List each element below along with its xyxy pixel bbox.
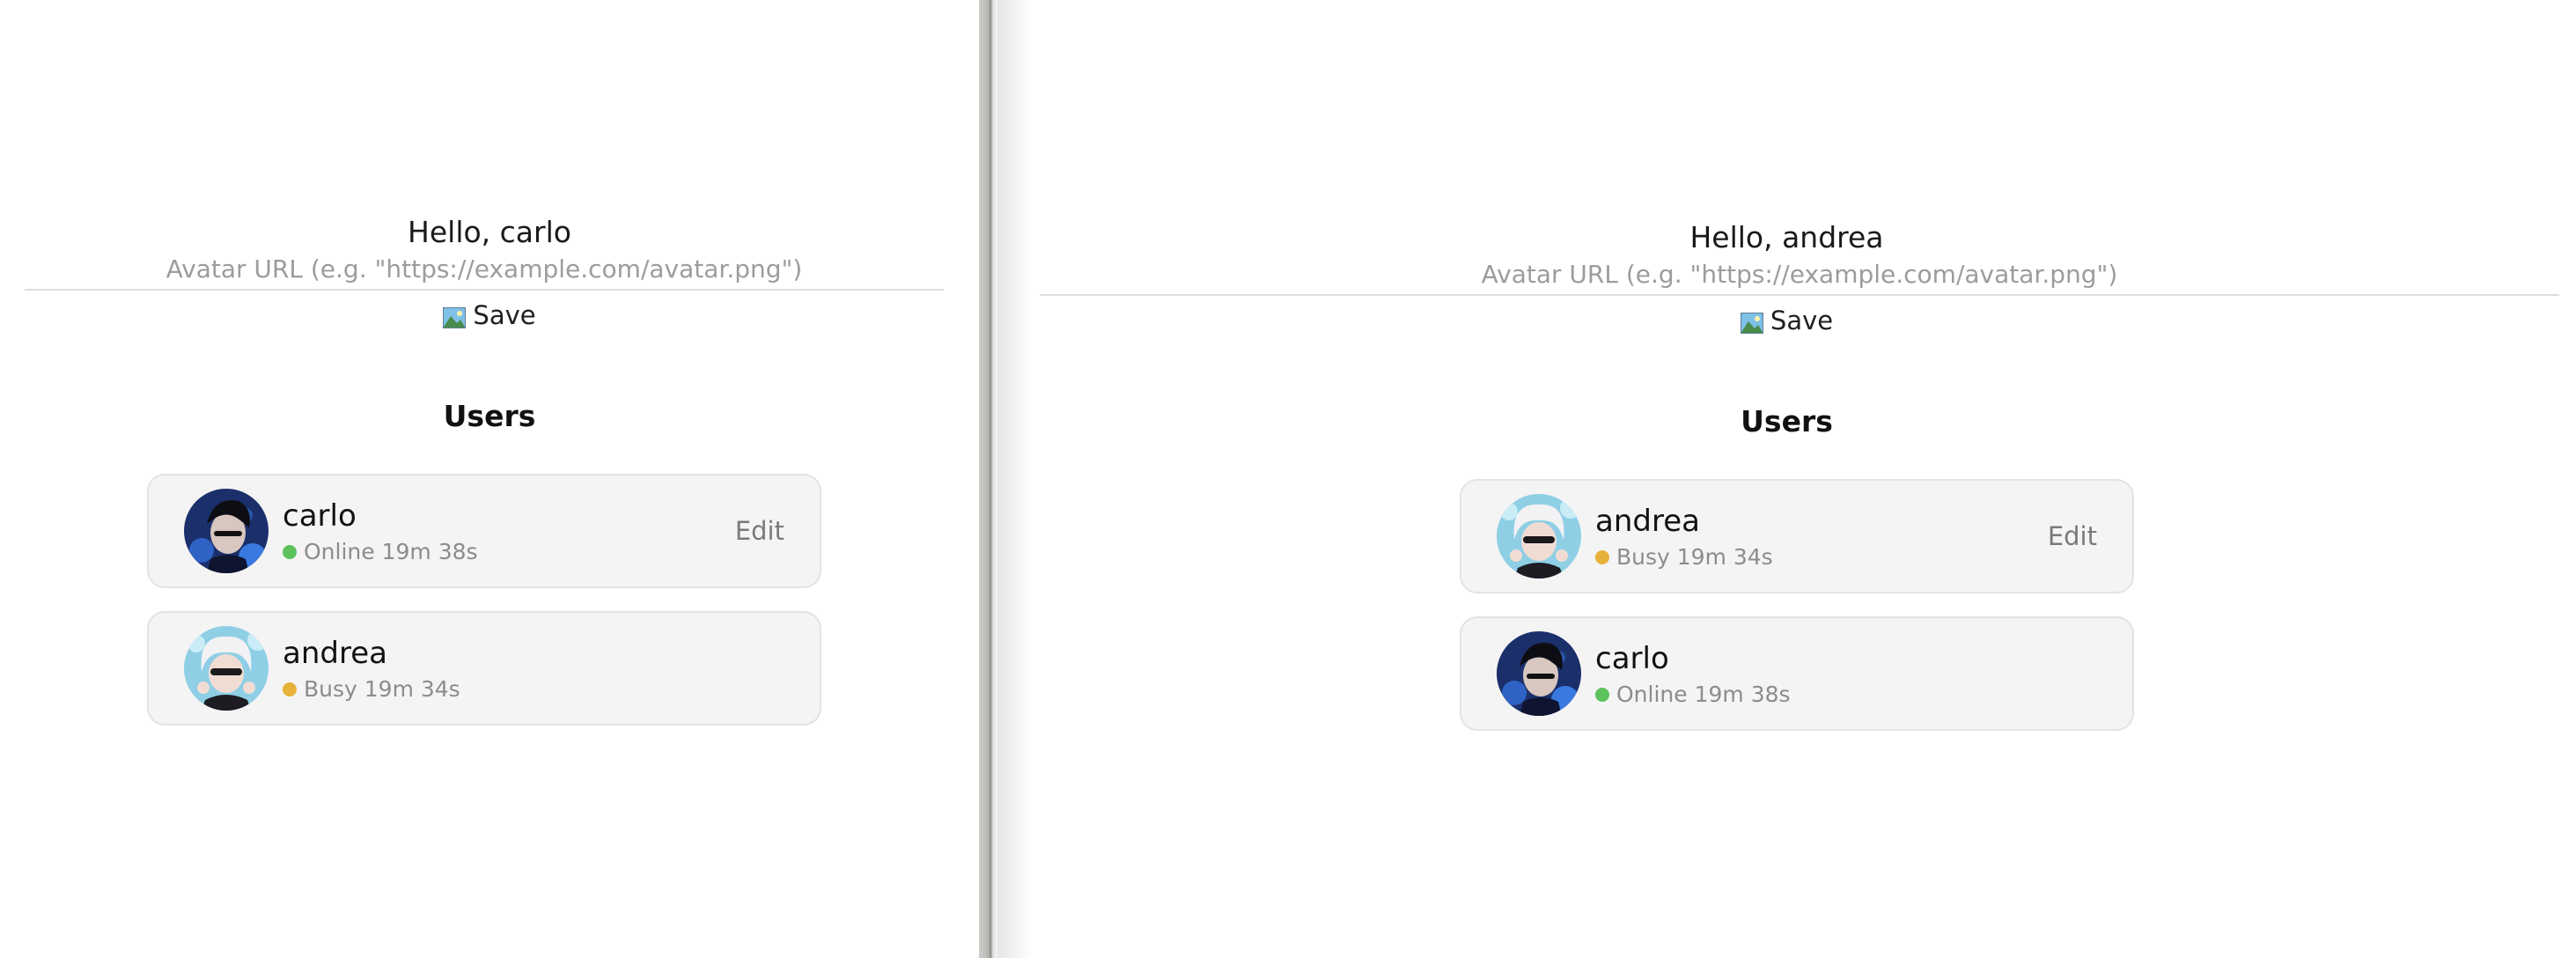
greeting: Hello, carlo	[408, 215, 571, 249]
users-heading: Users	[443, 399, 536, 433]
users-heading: Users	[1741, 404, 1833, 438]
right-window: Hello, andrea Save Users	[997, 0, 2576, 958]
status-online-dot	[1595, 688, 1609, 702]
avatar	[1497, 631, 1581, 716]
save-button[interactable]: Save	[1699, 303, 1875, 338]
avatar	[1497, 494, 1581, 578]
save-label: Save	[473, 300, 536, 330]
user-name: andrea	[1595, 504, 1700, 539]
user-card-carlo: carlo Online 19m 38s Edit	[147, 474, 821, 588]
save-button[interactable]: Save	[401, 298, 578, 333]
avatar	[184, 626, 269, 711]
avatar-url-input[interactable]	[1040, 257, 2559, 296]
user-status: Online 19m 38s	[1595, 682, 1791, 708]
user-status: Busy 19m 34s	[1595, 544, 1773, 571]
user-name: carlo	[1595, 641, 1669, 676]
left-window: Hello, carlo Save Users	[0, 0, 979, 958]
avatar	[184, 489, 269, 573]
image-icon	[442, 305, 467, 329]
status-text: Online 19m 38s	[1616, 682, 1791, 707]
status-busy-dot	[1595, 550, 1609, 564]
user-name: carlo	[283, 498, 357, 534]
edit-button[interactable]: Edit	[2048, 521, 2097, 551]
user-card-andrea: andrea Busy 19m 34s	[147, 611, 821, 726]
status-text: Busy 19m 34s	[304, 676, 460, 702]
status-text: Online 19m 38s	[304, 539, 478, 564]
user-status: Online 19m 38s	[283, 539, 478, 565]
avatar-url-input[interactable]	[25, 252, 944, 291]
edit-button[interactable]: Edit	[735, 516, 784, 546]
image-icon	[1739, 310, 1764, 335]
save-label: Save	[1770, 306, 1834, 335]
user-status: Busy 19m 34s	[283, 676, 460, 703]
user-card-carlo: carlo Online 19m 38s	[1460, 616, 2134, 731]
greeting: Hello, andrea	[1689, 220, 1884, 254]
user-name: andrea	[283, 636, 387, 671]
status-text: Busy 19m 34s	[1616, 544, 1773, 570]
status-busy-dot	[283, 682, 297, 696]
user-card-andrea: andrea Busy 19m 34s Edit	[1460, 479, 2134, 593]
status-online-dot	[283, 545, 297, 559]
window-divider[interactable]	[979, 0, 997, 958]
